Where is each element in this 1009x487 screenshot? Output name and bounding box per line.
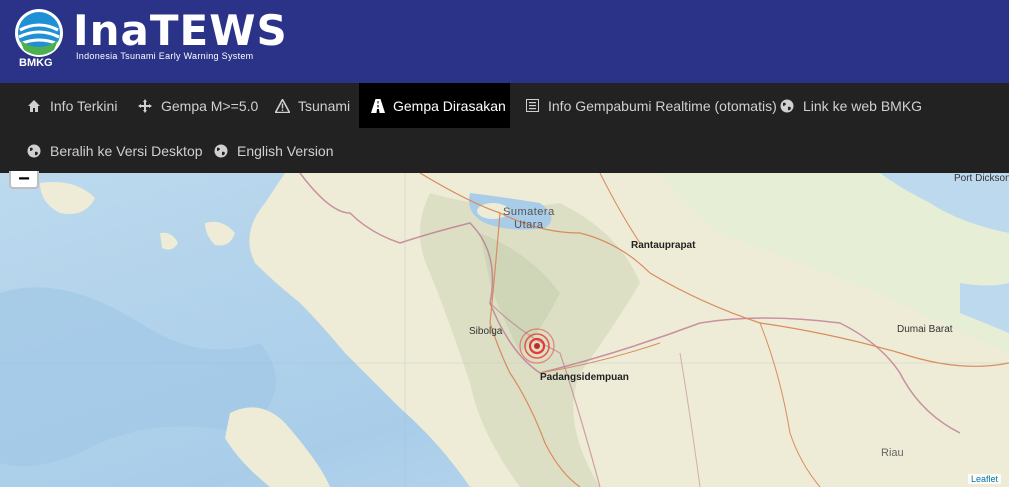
- globe-icon: [26, 143, 42, 159]
- main-nav: Info Terkini Gempa M>=5.0 Tsunami Gempa …: [0, 83, 1009, 173]
- epicenter-marker[interactable]: [517, 326, 557, 366]
- move-icon: [137, 98, 153, 114]
- list-icon: [524, 98, 540, 114]
- leaflet-attribution[interactable]: Leaflet: [967, 474, 1001, 484]
- nav-label: Link ke web BMKG: [803, 97, 923, 114]
- nav-item-gempa-m5[interactable]: Gempa M>=5.0: [125, 83, 272, 128]
- globe-icon: [213, 143, 229, 159]
- nav-item-info-terkini[interactable]: Info Terkini: [14, 83, 131, 128]
- logo-org: BMKG: [19, 57, 53, 69]
- nav-item-link-bmkg[interactable]: Link ke web BMKG: [767, 83, 936, 128]
- map-label-sumatera-utara: Sumatera Utara: [503, 206, 555, 231]
- app-title[interactable]: InaTEWS: [73, 9, 288, 53]
- road-icon: [371, 98, 385, 114]
- zoom-out-button[interactable]: −: [9, 169, 39, 189]
- app-subtitle: Indonesia Tsunami Early Warning System: [76, 51, 254, 61]
- nav-label: Info Gempabumi Realtime (otomatis): [548, 97, 777, 114]
- home-icon: [26, 98, 42, 114]
- map-label-port-dickson: Port Dickson: [954, 173, 1009, 184]
- map-label-sibolga: Sibolga: [469, 326, 503, 337]
- map-label-dumai-barat: Dumai Barat: [897, 324, 953, 335]
- nav-item-desktop-version[interactable]: Beralih ke Versi Desktop: [14, 128, 217, 173]
- nav-label: Gempa Dirasakan: [393, 97, 506, 114]
- map-label-padangsidempuan: Padangsidempuan: [540, 372, 629, 383]
- earthquake-map[interactable]: Sumatera Utara Rantauprapat Sibolga Padan…: [0, 173, 1009, 487]
- nav-item-info-realtime[interactable]: Info Gempabumi Realtime (otomatis): [512, 83, 791, 128]
- nav-label: English Version: [237, 142, 334, 159]
- nav-item-english[interactable]: English Version: [201, 128, 348, 173]
- map-label-rantauprapat: Rantauprapat: [631, 240, 696, 251]
- globe-icon: [779, 98, 795, 114]
- map-label-riau: Riau: [881, 447, 904, 459]
- app-header: BMKG InaTEWS Indonesia Tsunami Early War…: [0, 0, 1009, 83]
- nav-label: Gempa M>=5.0: [161, 97, 259, 114]
- nav-item-tsunami[interactable]: Tsunami: [262, 83, 364, 128]
- warning-icon: [274, 98, 290, 114]
- nav-label: Info Terkini: [50, 97, 118, 114]
- nav-label: Tsunami: [298, 97, 351, 114]
- nav-label: Beralih ke Versi Desktop: [50, 142, 203, 159]
- nav-item-gempa-dirasakan[interactable]: Gempa Dirasakan: [359, 83, 510, 128]
